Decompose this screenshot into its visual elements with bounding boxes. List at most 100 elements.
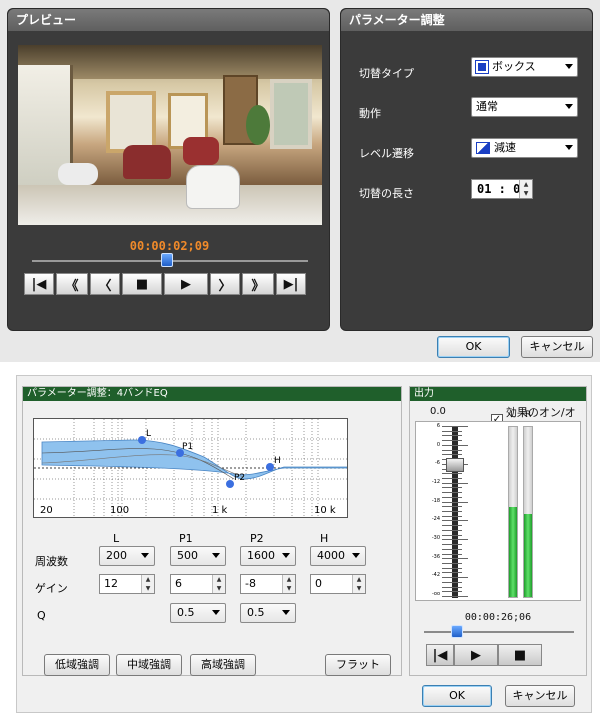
spin-down-icon[interactable]: ▼ (142, 584, 154, 593)
eq-point-h[interactable] (266, 463, 274, 471)
output-group: 出力 0.0 ✓ 効果のオン/オフ 60-6-12-18-24-30-36-42… (409, 386, 587, 676)
q-p1-select[interactable]: 0.5 (170, 603, 226, 623)
meter-left (508, 426, 518, 598)
transport-controls: |◀ 《〈 ■ ▶ 〉》 ▶| (24, 273, 306, 295)
gain-p2-field[interactable]: -8 ▲ ▼ (240, 574, 296, 594)
scale-label: -24 (431, 516, 440, 523)
top-cancel-button[interactable]: キャンセル (521, 336, 593, 358)
scale-label: -18 (431, 497, 440, 504)
eq-point-l[interactable] (138, 436, 146, 444)
freq-h-select[interactable]: 4000 (310, 546, 366, 566)
band-header-p2: P2 (250, 532, 264, 545)
output-transport: |◀ ▶ ■ (426, 644, 542, 666)
transition-length-spinner[interactable]: 01 : 00 ▲ ▼ (471, 179, 533, 199)
gain-label: ゲイン (35, 582, 68, 595)
frequency-label: 周波数 (35, 555, 68, 568)
preview-seek-thumb[interactable] (161, 253, 174, 267)
high-boost-button[interactable]: 高域強調 (190, 654, 256, 676)
step-forward-icon[interactable]: 〉 (210, 273, 240, 295)
play-icon[interactable]: ▶ (164, 273, 208, 295)
chevron-down-icon (352, 553, 360, 558)
output-timecode: 00:00:26;06 (464, 612, 532, 623)
gain-p1-field[interactable]: 6 ▲ ▼ (170, 574, 226, 594)
scale-label: -30 (431, 535, 440, 541)
spin-down-icon[interactable]: ▼ (520, 189, 532, 198)
transition-dialog: プレビュー 00:00:02;09 |◀ 《〈 ■ ▶ 〉》 ▶| パラメーター調整 切替… (0, 0, 600, 362)
mid-boost-button[interactable]: 中域強調 (116, 654, 182, 676)
freq-p2-select[interactable]: 1600 (240, 546, 296, 566)
spin-up-icon[interactable]: ▲ (283, 575, 295, 584)
output-fader-thumb[interactable] (446, 458, 464, 472)
spin-up-icon[interactable]: ▲ (353, 575, 365, 584)
transition-type-select[interactable]: ボックス (471, 57, 578, 77)
scale-label: -42 (431, 572, 440, 579)
q-p2-select[interactable]: 0.5 (240, 603, 296, 623)
output-title: 出力 (410, 387, 586, 401)
go-end-icon[interactable]: ▶| (276, 273, 306, 295)
preview-panel: プレビュー 00:00:02;09 |◀ 《〈 ■ ▶ 〉》 ▶| (7, 8, 330, 331)
go-start-icon[interactable]: |◀ (24, 273, 54, 295)
level-transition-label: レベル遷移 (359, 147, 414, 160)
spin-down-icon[interactable]: ▼ (213, 584, 225, 593)
chevron-down-icon (212, 553, 220, 558)
rewind-icon[interactable]: 《 (56, 273, 88, 295)
chevron-down-icon (141, 553, 149, 558)
eq-curve-svg[interactable]: L P1 P2 H 20 100 1 k 10 k (34, 419, 348, 517)
spin-down-icon[interactable]: ▼ (353, 584, 365, 593)
bottom-ok-button[interactable]: OK (422, 685, 492, 707)
eq-tick-1k: 1 k (212, 505, 228, 516)
transition-type-label: 切替タイプ (359, 67, 414, 80)
band-header-l: L (113, 532, 120, 545)
spin-up-icon[interactable]: ▲ (213, 575, 225, 584)
stop-icon[interactable]: ■ (498, 644, 542, 666)
stop-icon[interactable]: ■ (122, 273, 162, 295)
eq-point-l-label: L (146, 429, 151, 439)
level-transition-select[interactable]: 減速 (471, 138, 578, 158)
params-panel: パラメーター調整 切替タイプ ボックス 動作 通常 レベル遷移 減速 切替の長さ… (340, 8, 593, 331)
eq-point-p2-label: P2 (234, 473, 245, 483)
freq-l-select[interactable]: 200 (99, 546, 155, 566)
motion-select[interactable]: 通常 (471, 97, 578, 117)
scale-label: 6 (436, 423, 440, 429)
eq-point-p1-label: P1 (182, 442, 193, 452)
box-type-icon (475, 60, 489, 74)
low-boost-button[interactable]: 低域強調 (44, 654, 110, 676)
chevron-down-icon (282, 610, 290, 615)
output-seek-thumb[interactable] (451, 625, 463, 638)
eq-dialog: パラメーター調整：4バンドEQ L P1 P2 H 20 100 1 k 10 … (16, 375, 592, 713)
top-ok-button[interactable]: OK (437, 336, 510, 358)
params-title: パラメーター調整 (341, 9, 592, 31)
chevron-down-icon (212, 610, 220, 615)
output-seek-track[interactable] (424, 631, 574, 633)
transition-length-label: 切替の長さ (359, 187, 414, 200)
meter-right-fill (524, 513, 532, 597)
flat-button[interactable]: フラット (325, 654, 391, 676)
scale-label: 0 (436, 441, 440, 448)
scale-label: -36 (431, 553, 440, 560)
fast-forward-icon[interactable]: 》 (242, 273, 274, 295)
step-back-icon[interactable]: 〈 (90, 273, 120, 295)
freq-p1-select[interactable]: 500 (170, 546, 226, 566)
preview-title: プレビュー (8, 9, 329, 31)
go-start-icon[interactable]: |◀ (426, 644, 454, 666)
spin-up-icon[interactable]: ▲ (142, 575, 154, 584)
output-meter-panel: 6 0 -6 -12 -18 -24 -30 -36 -42 -oo L R (415, 410, 581, 601)
eq-point-p2[interactable] (226, 480, 234, 488)
bottom-cancel-button[interactable]: キャンセル (505, 685, 575, 707)
preview-timecode: 00:00:02;09 (129, 239, 210, 253)
eq-point-h-label: H (274, 456, 281, 466)
meter-label-l: L (510, 410, 516, 420)
eq-response-area (41, 439, 348, 480)
play-icon[interactable]: ▶ (454, 644, 498, 666)
q-label: Q (37, 609, 46, 622)
gain-h-field[interactable]: 0 ▲ ▼ (310, 574, 366, 594)
meter-label-r: R (525, 410, 532, 420)
chevron-down-icon (565, 64, 573, 69)
eq-curve-graph[interactable]: L P1 P2 H 20 100 1 k 10 k (33, 418, 348, 518)
spin-up-icon[interactable]: ▲ (520, 180, 532, 189)
gain-l-field[interactable]: 12 ▲ ▼ (99, 574, 155, 594)
spin-down-icon[interactable]: ▼ (283, 584, 295, 593)
eq-title: パラメーター調整：4バンドEQ (23, 387, 401, 401)
band-header-h: H (320, 532, 329, 545)
scale-label: -12 (431, 479, 440, 485)
